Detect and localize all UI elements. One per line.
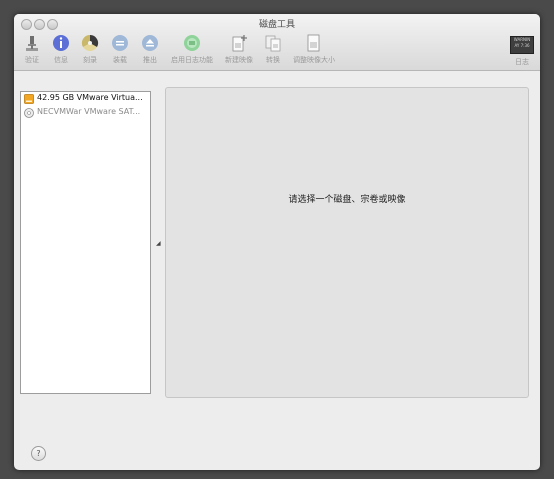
detail-pane: 请选择一个磁盘、宗卷或映像 <box>165 87 529 398</box>
disk-item-label: 42.95 GB VMware Virtua... <box>37 93 143 102</box>
optical-drive-icon <box>24 108 34 118</box>
journal-icon <box>184 35 200 51</box>
eject-icon <box>142 35 158 51</box>
convert-icon <box>265 35 281 52</box>
resize-image-button[interactable]: 调整映像大小 <box>286 34 342 65</box>
log-label: 日志 <box>515 58 529 66</box>
titlebar-toolbar: 磁盘工具 验证 信息 刻录 装载 推出 启用日志功能 新建映像 转换 调整映像大… <box>14 14 540 71</box>
resize-image-icon <box>307 34 320 52</box>
disk-utility-window: 磁盘工具 验证 信息 刻录 装载 推出 启用日志功能 新建映像 转换 调整映像大… <box>14 14 540 470</box>
mount-icon <box>112 35 128 51</box>
splitter-handle[interactable]: ◢ <box>156 240 161 247</box>
burn-icon <box>81 34 99 51</box>
new-image-icon <box>232 35 247 52</box>
disk-list: 42.95 GB VMware Virtua... NECVMWar VMwar… <box>20 91 151 394</box>
hard-disk-icon <box>24 94 34 104</box>
enable-journaling-label: 启用日志功能 <box>171 56 213 64</box>
disk-item-vmware-virtual[interactable]: 42.95 GB VMware Virtua... <box>21 92 150 106</box>
disk-item-necvmwar-sata[interactable]: NECVMWar VMware SAT... <box>21 106 150 120</box>
select-disk-prompt: 请选择一个磁盘、宗卷或映像 <box>288 195 406 205</box>
help-button[interactable]: ? <box>31 446 46 461</box>
log-button[interactable]: WARNIN AY 7:36 日志 <box>502 34 540 67</box>
enable-journaling-button[interactable]: 启用日志功能 <box>164 34 220 65</box>
window-title: 磁盘工具 <box>258 20 295 30</box>
info-icon <box>53 35 69 51</box>
disk-item-label: NECVMWar VMware SAT... <box>37 107 141 116</box>
microscope-icon <box>26 36 38 51</box>
log-icon: WARNIN AY 7:36 <box>510 36 534 54</box>
resize-image-label: 调整映像大小 <box>293 56 335 64</box>
